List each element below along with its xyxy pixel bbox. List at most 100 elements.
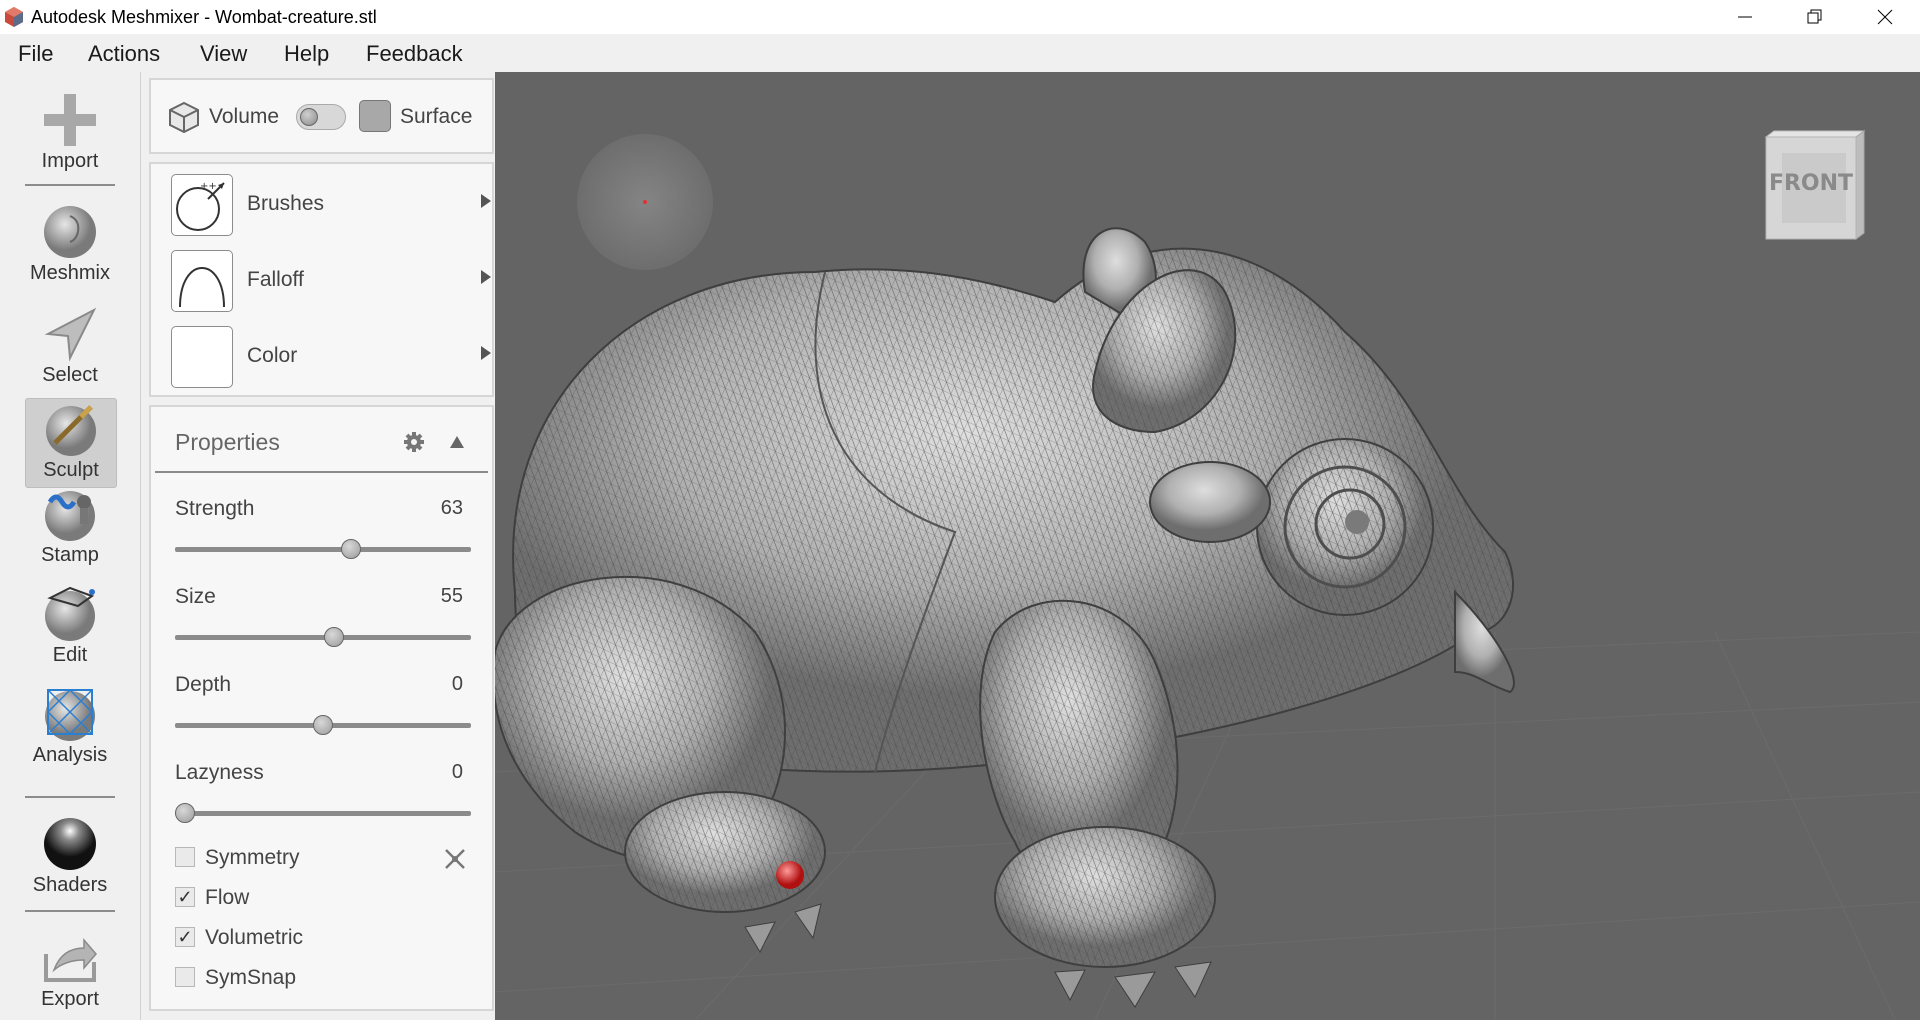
- volumetric-checkbox[interactable]: ✓: [175, 927, 195, 947]
- close-icon: [1877, 9, 1893, 25]
- brush-center-dot: [643, 200, 647, 204]
- restore-button[interactable]: [1780, 0, 1850, 34]
- meshmix-tool[interactable]: Meshmix: [25, 202, 115, 290]
- lazyness-value: 0: [451, 761, 463, 783]
- menu-file[interactable]: File: [18, 41, 53, 67]
- volume-surface-toggle[interactable]: [296, 104, 346, 130]
- shaders-tool[interactable]: Shaders: [25, 814, 115, 902]
- export-tool[interactable]: Export: [25, 928, 115, 1016]
- stamp-sphere-icon: [45, 491, 95, 541]
- surface-icon: [359, 100, 391, 132]
- brush-preview-icon: ++: [171, 174, 233, 236]
- brush-sphere-icon: [46, 405, 96, 456]
- size-label: Size: [175, 585, 216, 608]
- brushes-label: Brushes: [247, 192, 325, 215]
- analysis-label: Analysis: [32, 744, 108, 766]
- volume-label: Volume: [209, 105, 280, 128]
- select-tool[interactable]: Select: [25, 304, 115, 392]
- brushes-selector[interactable]: ++ Brushes: [171, 174, 491, 240]
- scene-canvas[interactable]: [495, 72, 1920, 1020]
- meshmix-label: Meshmix: [29, 262, 110, 284]
- edit-label: Edit: [52, 644, 88, 666]
- pivot-ball[interactable]: [776, 861, 804, 889]
- toggle-knob: [300, 108, 318, 126]
- color-label: Color: [247, 344, 298, 367]
- menu-feedback[interactable]: Feedback: [366, 41, 463, 67]
- flow-label: Flow: [205, 886, 250, 909]
- tool-sidebar: Import Meshmix Select Sculpt Stamp Edit …: [0, 72, 141, 1020]
- minimize-button[interactable]: [1710, 0, 1780, 34]
- close-button[interactable]: [1850, 0, 1920, 34]
- window-title: Autodesk Meshmixer - Wombat-creature.stl: [31, 7, 377, 27]
- depth-label: Depth: [175, 673, 232, 696]
- symsnap-label: SymSnap: [205, 966, 297, 989]
- strength-slider-track[interactable]: [175, 547, 471, 552]
- shaders-label: Shaders: [32, 874, 108, 896]
- collapse-up-icon[interactable]: [449, 435, 465, 449]
- cube-icon: [169, 101, 199, 134]
- menu-view[interactable]: View: [200, 41, 247, 67]
- menu-help[interactable]: Help: [284, 41, 329, 67]
- meshmixer-logo-icon: [5, 7, 23, 27]
- symmetry-checkbox[interactable]: [175, 847, 195, 867]
- stamp-label: Stamp: [41, 544, 99, 566]
- sculpt-tool[interactable]: Sculpt: [25, 398, 117, 488]
- symsnap-checkbox[interactable]: [175, 967, 195, 987]
- toolbar-divider: [25, 796, 115, 798]
- color-selector[interactable]: Color: [171, 326, 491, 392]
- materials-panel: ++ Brushes Falloff Color: [149, 162, 494, 397]
- depth-value: 0: [451, 673, 463, 695]
- stamp-tool[interactable]: Stamp: [25, 484, 115, 572]
- view-cube-front-label: FRONT: [1768, 171, 1854, 196]
- mesh-sphere-icon: [45, 688, 95, 741]
- import-tool[interactable]: Import: [25, 90, 115, 178]
- strength-slider-knob[interactable]: [340, 539, 361, 559]
- wombat-creature-mesh[interactable]: [495, 227, 1515, 1008]
- properties-title: Properties: [175, 429, 280, 455]
- expand-arrow-icon: [481, 270, 491, 284]
- edit-tool[interactable]: Edit: [25, 584, 115, 672]
- restore-icon: [1807, 9, 1822, 24]
- export-tray-icon: [44, 937, 97, 982]
- analysis-tool[interactable]: Analysis: [25, 684, 115, 772]
- depth-slider-knob[interactable]: [313, 715, 333, 735]
- menu-actions[interactable]: Actions: [88, 41, 160, 67]
- 3d-viewport[interactable]: FRONT: [495, 72, 1920, 1020]
- plus-icon: [44, 94, 96, 146]
- flow-checkbox[interactable]: ✓: [175, 887, 195, 907]
- view-cube[interactable]: FRONT: [1760, 127, 1868, 245]
- edit-sphere-icon: [45, 586, 95, 641]
- size-value: 55: [440, 585, 463, 607]
- arrow-cursor-icon: [44, 307, 97, 362]
- head-sphere-icon: [44, 206, 96, 258]
- toolbar-divider: [25, 184, 115, 186]
- color-swatch: [171, 326, 233, 388]
- lazyness-slider-knob[interactable]: [175, 803, 195, 823]
- gear-icon[interactable]: [403, 431, 425, 453]
- strength-label: Strength: [175, 497, 255, 520]
- select-label: Select: [42, 364, 98, 386]
- size-slider-track[interactable]: [175, 635, 471, 640]
- symmetry-label: Symmetry: [205, 846, 300, 869]
- shiny-sphere-icon: [44, 818, 96, 870]
- surface-label: Surface: [400, 105, 473, 128]
- strength-value: 63: [440, 497, 463, 519]
- falloff-selector[interactable]: Falloff: [171, 250, 491, 316]
- svg-text:++: ++: [200, 181, 217, 192]
- mode-panel: Volume Surface: [149, 78, 494, 154]
- title-bar: Autodesk Meshmixer - Wombat-creature.stl: [0, 0, 1920, 34]
- expand-arrow-icon: [481, 194, 491, 208]
- size-slider-knob[interactable]: [324, 627, 345, 647]
- volumetric-label: Volumetric: [205, 926, 304, 949]
- export-label: Export: [41, 988, 99, 1010]
- toolbar-divider: [25, 910, 115, 912]
- symmetry-settings-icon[interactable]: [443, 847, 467, 871]
- falloff-curve-icon: [171, 250, 233, 312]
- minimize-icon: [1738, 16, 1752, 18]
- lazyness-label: Lazyness: [175, 761, 264, 784]
- properties-divider: [155, 471, 488, 473]
- expand-arrow-icon: [481, 346, 491, 360]
- lazyness-slider-track[interactable]: [175, 811, 471, 816]
- falloff-label: Falloff: [247, 268, 304, 291]
- import-label: Import: [41, 150, 99, 172]
